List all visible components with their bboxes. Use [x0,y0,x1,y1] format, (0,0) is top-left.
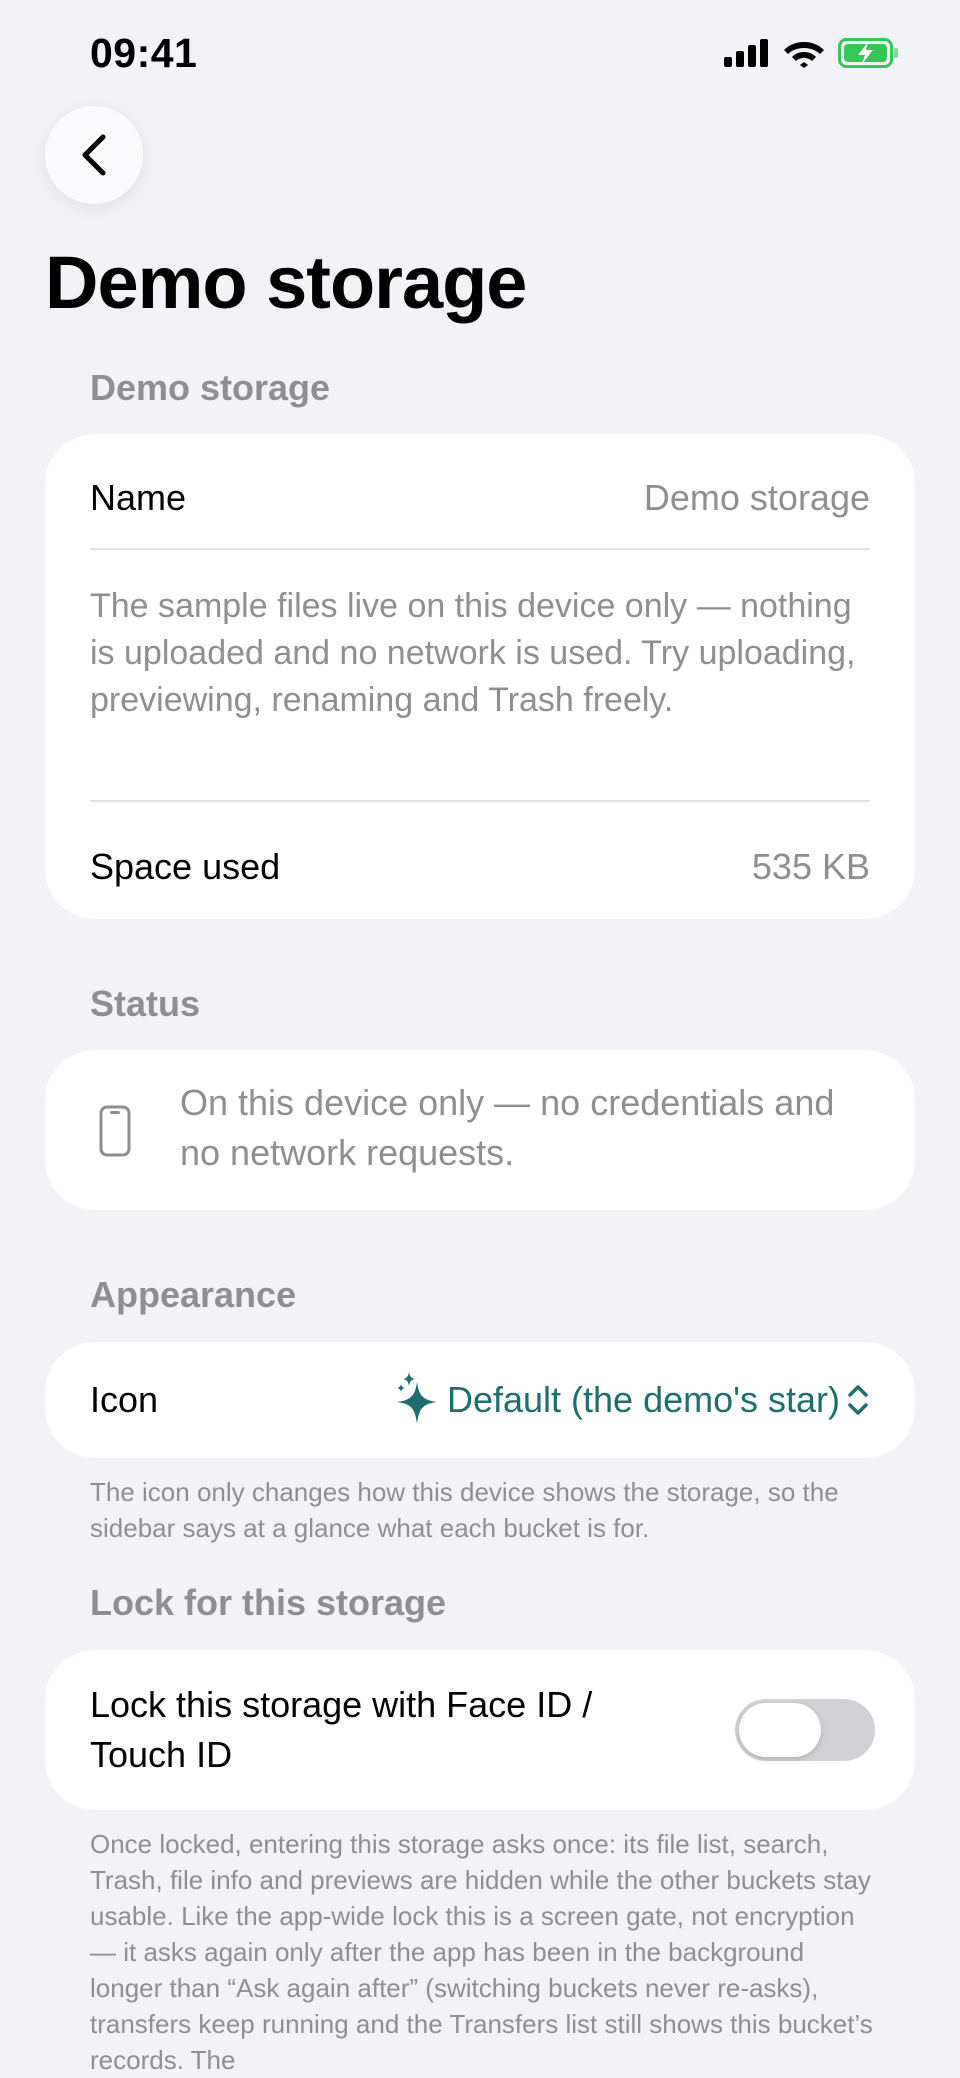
appearance-card: Icon Default (the demo's star) [45,1342,915,1458]
name-row[interactable]: Name Demo storage [90,470,870,526]
storage-card: Name Demo storage The sample files live … [45,434,915,919]
chevron-left-icon [82,134,106,176]
lock-toggle-label: Lock this storage with Face ID / Touch I… [90,1684,593,1775]
divider [90,800,870,802]
status-text: On this device only — no credentials and… [180,1082,835,1173]
space-used-row: Space used 535 KB [90,839,870,895]
section-header-status: Status [90,983,201,1024]
back-button[interactable] [45,106,143,204]
icon-picker[interactable]: Default (the demo's star) [393,1372,870,1428]
storage-description: The sample files live on this device onl… [90,587,856,719]
status-icons [724,38,900,68]
name-value: Demo storage [643,477,870,518]
toggle-knob [739,1703,821,1757]
wifi-icon [784,42,824,68]
status-time: 09:41 [90,30,198,76]
phone-icon [99,1105,131,1157]
section-header-appearance: Appearance [90,1274,297,1315]
lock-footnote: Once locked, entering this storage asks … [90,1829,873,2075]
section-header-lock: Lock for this storage [90,1582,447,1623]
icon-label: Icon [90,1379,159,1420]
lock-toggle[interactable] [735,1699,875,1761]
space-used-label: Space used [90,846,281,887]
battery-charging-icon [838,38,898,68]
appearance-footnote: The icon only changes how this device sh… [90,1477,839,1543]
status-card: On this device only — no credentials and… [45,1050,915,1210]
chevron-up-down-icon [848,1385,868,1415]
space-used-value: 535 KB [751,846,870,887]
icon-row[interactable]: Icon Default (the demo's star) [90,1372,870,1428]
icon-value: Default (the demo's star) [446,1379,840,1420]
status-bar: 09:41 [0,0,960,110]
signal-icon [724,39,768,67]
lock-card: Lock this storage with Face ID / Touch I… [45,1650,915,1810]
divider [90,548,870,550]
section-header-storage: Demo storage [90,367,331,408]
sparkles-icon [396,1372,437,1424]
page-title: Demo storage [45,241,527,324]
name-label: Name [90,477,187,518]
